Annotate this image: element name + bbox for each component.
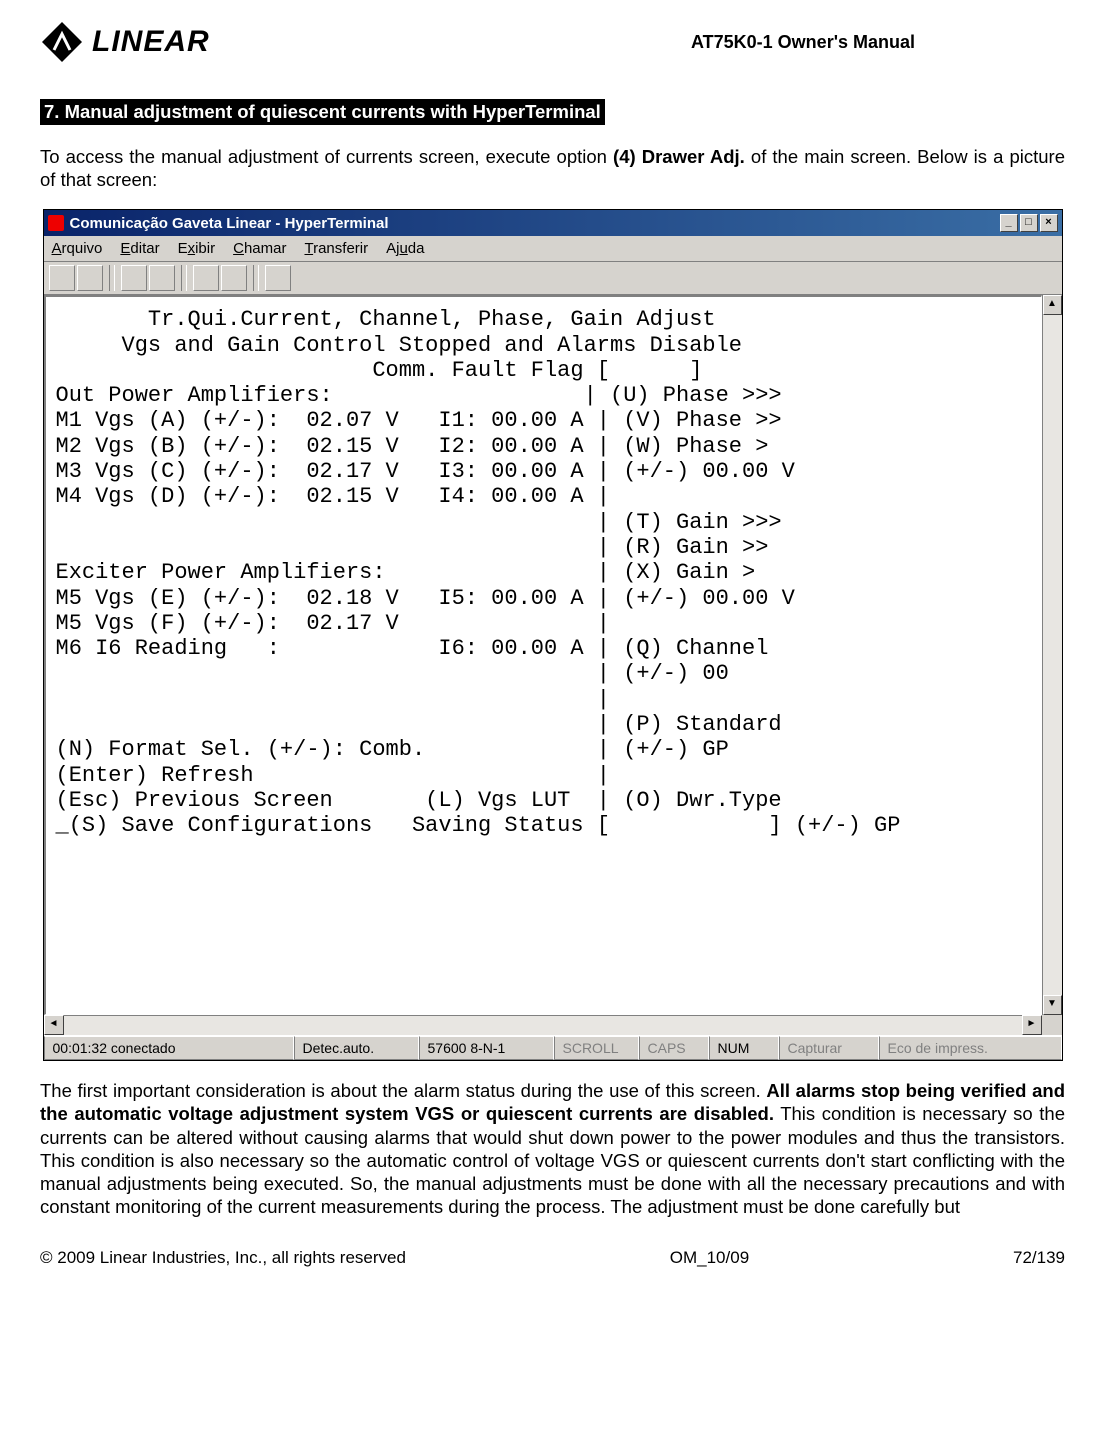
body-paragraph: The first important consideration is abo… bbox=[40, 1079, 1065, 1218]
toolbar-open-icon[interactable] bbox=[77, 265, 103, 291]
scroll-corner bbox=[1042, 1015, 1062, 1035]
maximize-button[interactable]: □ bbox=[1020, 214, 1038, 232]
page-footer: © 2009 Linear Industries, Inc., all righ… bbox=[40, 1248, 1065, 1268]
toolbar-separator bbox=[253, 265, 259, 291]
scroll-up-icon[interactable]: ▲ bbox=[1043, 295, 1062, 315]
close-button[interactable]: × bbox=[1040, 214, 1058, 232]
app-icon bbox=[48, 215, 64, 231]
status-bar: 00:01:32 conectado Detec.auto. 57600 8-N… bbox=[44, 1035, 1062, 1060]
toolbar bbox=[44, 262, 1062, 295]
toolbar-separator bbox=[109, 265, 115, 291]
toolbar-new-icon[interactable] bbox=[49, 265, 75, 291]
toolbar-hangup-icon[interactable] bbox=[149, 265, 175, 291]
window-title: Comunicação Gaveta Linear - HyperTermina… bbox=[70, 215, 389, 232]
status-baud: 57600 8-N-1 bbox=[419, 1036, 554, 1060]
status-scroll: SCROLL bbox=[554, 1036, 639, 1060]
status-echo: Eco de impress. bbox=[879, 1036, 1062, 1060]
menu-ajuda[interactable]: Ajuda bbox=[386, 240, 424, 257]
doc-ref: OM_10/09 bbox=[670, 1248, 749, 1268]
intro-text-pre: To access the manual adjustment of curre… bbox=[40, 146, 613, 167]
logo-icon bbox=[40, 20, 84, 64]
status-connection: 00:01:32 conectado bbox=[44, 1036, 294, 1060]
menu-editar[interactable]: Editar bbox=[120, 240, 159, 257]
minimize-button[interactable]: _ bbox=[1000, 214, 1018, 232]
brand-logo: LINEAR bbox=[40, 20, 210, 64]
manual-title: AT75K0-1 Owner's Manual bbox=[691, 32, 915, 53]
menu-bar: Arquivo Editar Exibir Chamar Transferir … bbox=[44, 236, 1062, 262]
status-caps: CAPS bbox=[639, 1036, 709, 1060]
scroll-right-icon[interactable]: ► bbox=[1022, 1015, 1042, 1035]
terminal-output[interactable]: Tr.Qui.Current, Channel, Phase, Gain Adj… bbox=[44, 295, 1042, 1015]
scroll-track[interactable] bbox=[1043, 315, 1062, 995]
window-titlebar[interactable]: Comunicação Gaveta Linear - HyperTermina… bbox=[44, 210, 1062, 236]
intro-paragraph: To access the manual adjustment of curre… bbox=[40, 145, 1065, 191]
menu-chamar[interactable]: Chamar bbox=[233, 240, 286, 257]
hscroll-track[interactable] bbox=[64, 1015, 1022, 1035]
toolbar-call-icon[interactable] bbox=[121, 265, 147, 291]
toolbar-send-icon[interactable] bbox=[193, 265, 219, 291]
menu-arquivo[interactable]: Arquivo bbox=[52, 240, 103, 257]
toolbar-properties-icon[interactable] bbox=[265, 265, 291, 291]
scroll-left-icon[interactable]: ◄ bbox=[44, 1015, 64, 1035]
vertical-scrollbar[interactable]: ▲ ▼ bbox=[1042, 295, 1062, 1015]
scroll-down-icon[interactable]: ▼ bbox=[1043, 995, 1062, 1015]
status-detect: Detec.auto. bbox=[294, 1036, 419, 1060]
status-capture: Capturar bbox=[779, 1036, 879, 1060]
copyright: © 2009 Linear Industries, Inc., all righ… bbox=[40, 1248, 406, 1268]
hyperterminal-window: Comunicação Gaveta Linear - HyperTermina… bbox=[43, 209, 1063, 1061]
toolbar-receive-icon[interactable] bbox=[221, 265, 247, 291]
menu-transferir[interactable]: Transferir bbox=[304, 240, 368, 257]
section-heading: 7. Manual adjustment of quiescent curren… bbox=[40, 99, 605, 125]
page-header: LINEAR AT75K0-1 Owner's Manual bbox=[40, 20, 1065, 64]
body-text-a: The first important consideration is abo… bbox=[40, 1080, 766, 1101]
brand-name: LINEAR bbox=[92, 25, 210, 59]
page-number: 72/139 bbox=[1013, 1248, 1065, 1268]
status-num: NUM bbox=[709, 1036, 779, 1060]
menu-exibir[interactable]: Exibir bbox=[178, 240, 216, 257]
intro-bold: (4) Drawer Adj. bbox=[613, 146, 745, 167]
toolbar-separator bbox=[181, 265, 187, 291]
